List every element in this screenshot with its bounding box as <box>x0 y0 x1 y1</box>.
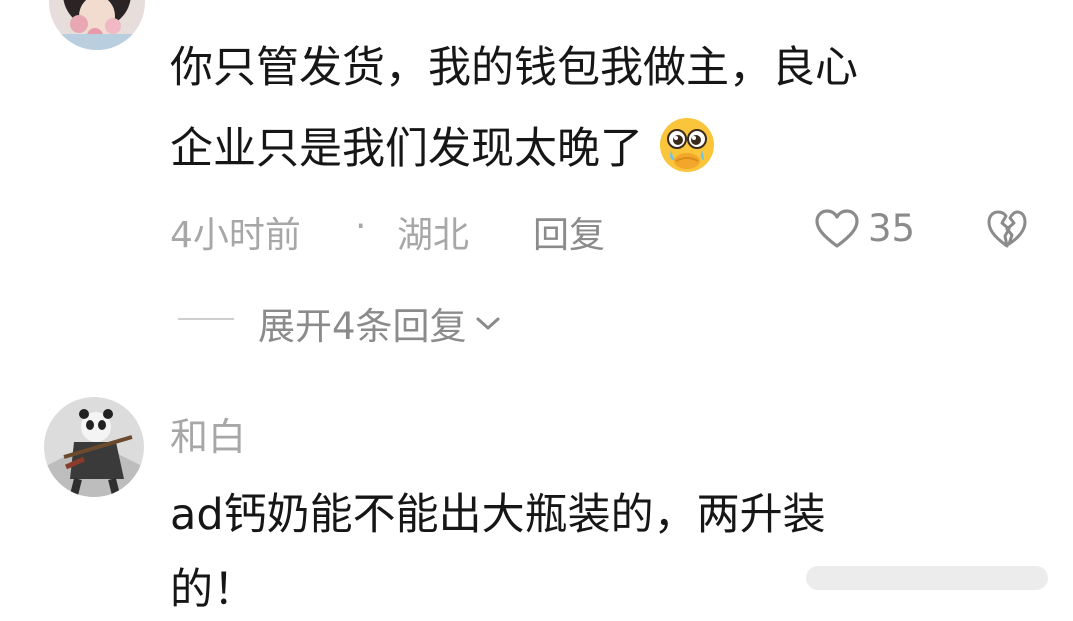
pleading-face-icon <box>643 113 719 173</box>
broken-heart-icon <box>987 210 1027 248</box>
comment-text: 的！ <box>170 565 256 615</box>
divider <box>178 318 234 320</box>
expand-replies-button[interactable]: 展开4条回复 <box>258 296 503 350</box>
watermark <box>806 566 1048 590</box>
expand-replies-label: 展开4条回复 <box>258 305 467 348</box>
comment-text-line: 你只管发货，我的钱包我做主，良心 <box>170 37 858 99</box>
comment-text-line: 企业只是我们发现太晚了 <box>170 113 719 180</box>
chevron-down-icon <box>476 317 500 330</box>
like-button[interactable] <box>814 208 860 250</box>
comment-time: 4小时前 <box>170 215 301 256</box>
avatar[interactable] <box>44 397 144 497</box>
like-count: 35 <box>868 207 916 250</box>
meta-separator: · <box>355 206 367 247</box>
avatar[interactable] <box>49 0 145 50</box>
comment-text: ad钙奶能不能出大瓶装的，两升装 <box>170 490 826 540</box>
comment-text: 你只管发货，我的钱包我做主，良心 <box>170 43 858 93</box>
comment-text-line: 的！ <box>170 559 256 621</box>
comment-text: 企业只是我们发现太晚了 <box>170 124 643 174</box>
comment-location: 湖北 <box>397 215 470 256</box>
reply-button[interactable]: 回复 <box>533 206 605 258</box>
dislike-button[interactable] <box>986 208 1028 250</box>
comment-author[interactable]: 和白 <box>170 406 246 461</box>
heart-icon <box>815 209 859 248</box>
comment-text-line: ad钙奶能不能出大瓶装的，两升装 <box>170 484 826 546</box>
